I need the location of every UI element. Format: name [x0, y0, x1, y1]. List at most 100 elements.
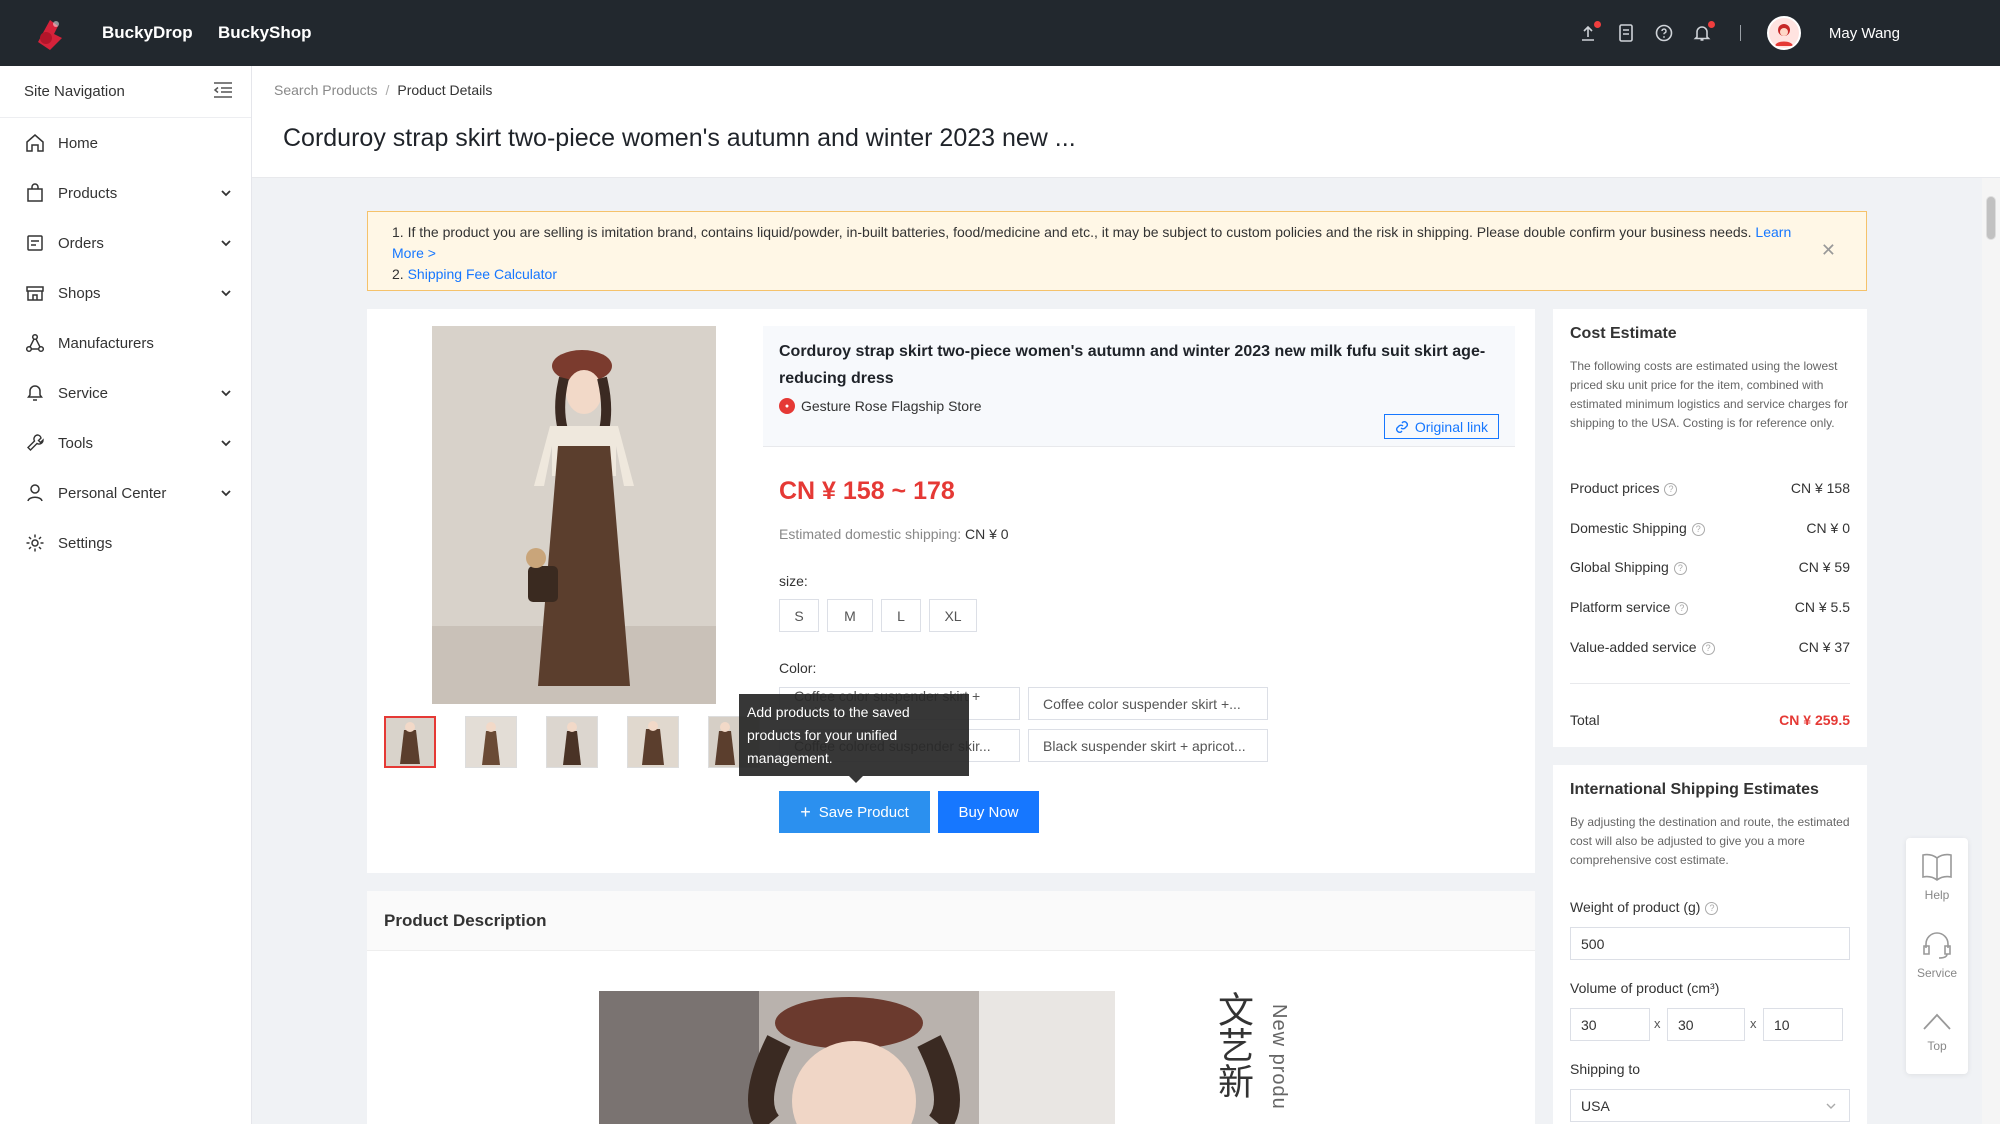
close-icon[interactable]: ✕ [1821, 240, 1836, 261]
breadcrumb-current: Product Details [397, 82, 493, 98]
bell-icon[interactable] [1690, 21, 1715, 45]
help-label: Help [1924, 888, 1950, 902]
alert-line-2: 2. Shipping Fee Calculator [392, 264, 1806, 285]
description-en-text: New produ [1268, 1004, 1290, 1110]
headset-icon [1923, 932, 1951, 959]
thumbnail-3[interactable] [546, 716, 598, 768]
cost-value: CN ¥ 59 [1798, 559, 1850, 575]
service-button[interactable]: Service [1906, 920, 1968, 990]
sidebar-item-service[interactable]: Service [0, 368, 251, 418]
save-product-button[interactable]: + Save Product [779, 791, 930, 833]
chevron-down-icon [221, 240, 231, 247]
shipping-fee-calculator-link[interactable]: Shipping Fee Calculator [408, 266, 557, 282]
thumbnail-4[interactable] [627, 716, 679, 768]
sidebar-item-personal-center[interactable]: Personal Center [0, 468, 251, 518]
sidebar-item-tools[interactable]: Tools [0, 418, 251, 468]
cost-value: CN ¥ 158 [1790, 480, 1850, 496]
nav-buckydrop[interactable]: BuckyDrop [102, 0, 193, 66]
original-link-button[interactable]: Original link [1383, 414, 1499, 439]
thumbnail-1[interactable] [384, 716, 436, 768]
page-title: Corduroy strap skirt two-piece women's a… [283, 124, 1076, 152]
nav-buckyshop[interactable]: BuckyShop [218, 0, 312, 66]
domestic-shipping-value: CN ¥ 0 [964, 526, 1009, 542]
product-card: Corduroy strap skirt two-piece women's a… [367, 309, 1535, 873]
notification-dot [1593, 21, 1601, 28]
avatar[interactable] [1766, 16, 1801, 50]
info-icon[interactable]: ? [1691, 522, 1705, 536]
product-info-box: Corduroy strap skirt two-piece women's a… [763, 326, 1515, 446]
volume-width-input[interactable]: 30 [1667, 1008, 1745, 1041]
sidebar-item-settings[interactable]: Settings [0, 518, 251, 568]
size-option-s[interactable]: S [779, 599, 819, 632]
sidebar-item-label: Products [58, 184, 118, 202]
total-row: Total CN ¥ 259.5 [1570, 712, 1850, 728]
product-description-card: Product Description 文艺新 New produ [367, 891, 1535, 1124]
scrollbar[interactable] [1982, 178, 2000, 1124]
breadcrumb: Search Products / Product Details [274, 82, 492, 98]
chevron-down-icon [221, 290, 231, 297]
sidebar-item-shops[interactable]: Shops [0, 268, 251, 318]
back-to-top-button[interactable]: Top [1906, 996, 1968, 1066]
info-icon[interactable]: ? [1664, 482, 1678, 496]
domestic-shipping: Estimated domestic shipping: CN ¥ 0 [779, 526, 1009, 542]
store-row: ● Gesture Rose Flagship Store [779, 398, 1499, 414]
volume-height-input[interactable]: 10 [1763, 1008, 1843, 1041]
buy-now-button[interactable]: Buy Now [938, 791, 1039, 833]
sidebar-item-home[interactable]: Home [0, 118, 251, 168]
collapse-menu-icon[interactable] [213, 81, 233, 102]
sidebar-header: Site Navigation [0, 66, 251, 118]
store-logo-icon: ● [779, 398, 795, 414]
sidebar-item-orders[interactable]: Orders [0, 218, 251, 268]
sidebar-item-label: Shops [58, 284, 101, 302]
cost-label: Value-added service [1570, 639, 1697, 655]
sidebar-item-products[interactable]: Products [0, 168, 251, 218]
times-sign: x [1750, 1016, 1757, 1031]
sidebar-item-label: Personal Center [58, 484, 167, 502]
volume-length-input[interactable]: 30 [1570, 1008, 1650, 1041]
size-label: size: [779, 573, 808, 589]
breadcrumb-search-products[interactable]: Search Products [274, 82, 378, 98]
size-option-l[interactable]: L [881, 599, 921, 632]
cost-estimate-note: The following costs are estimated using … [1570, 359, 1849, 430]
sidebar-item-manufacturers[interactable]: Manufacturers [0, 318, 251, 368]
info-icon[interactable]: ? [1673, 561, 1687, 575]
size-option-m[interactable]: M [827, 599, 873, 632]
weight-input[interactable]: 500 [1570, 927, 1850, 960]
intl-shipping-card: International Shipping Estimates By adju… [1553, 765, 1867, 1124]
store-name[interactable]: Gesture Rose Flagship Store [801, 398, 982, 414]
chevron-up-icon [1923, 1013, 1951, 1030]
cost-row: Platform service? CN ¥ 5.5 [1570, 599, 1850, 615]
thumbnail-2[interactable] [465, 716, 517, 768]
size-option-xl[interactable]: XL [929, 599, 977, 632]
info-icon[interactable]: ? [1705, 901, 1719, 915]
sidebar-title: Site Navigation [24, 83, 125, 100]
product-main-image[interactable] [432, 326, 716, 704]
color-option-2[interactable]: Coffee color suspender skirt +... [1028, 687, 1268, 720]
intl-shipping-title: International Shipping Estimates [1570, 781, 1819, 798]
chevron-down-icon [1826, 1103, 1836, 1109]
help-icon[interactable] [1652, 21, 1676, 45]
help-button[interactable]: Help [1906, 842, 1968, 912]
info-icon[interactable]: ? [1675, 601, 1689, 615]
weight-label-text: Weight of product (g) [1570, 899, 1701, 915]
brand-logo[interactable] [28, 12, 72, 56]
sidebar-item-label: Settings [58, 534, 113, 552]
cost-row: Product prices? CN ¥ 158 [1570, 480, 1850, 496]
cost-label: Global Shipping [1570, 559, 1669, 575]
plus-icon: + [800, 801, 811, 822]
user-name[interactable]: May Wang [1829, 25, 1900, 42]
domestic-shipping-label: Estimated domestic shipping: [779, 526, 962, 542]
color-option-4[interactable]: Black suspender skirt + apricot... [1028, 729, 1268, 762]
chevron-down-icon [221, 390, 231, 397]
upload-icon[interactable] [1576, 21, 1601, 45]
warning-alert: 1. If the product you are selling is imi… [367, 211, 1867, 291]
divider [1739, 25, 1741, 41]
scrollbar-thumb[interactable] [1986, 196, 1996, 240]
thumbnail-strip [384, 716, 760, 768]
document-icon[interactable] [1614, 21, 1638, 45]
info-icon[interactable]: ? [1701, 641, 1715, 655]
chevron-down-icon [221, 490, 231, 497]
sidebar-item-label: Manufacturers [58, 334, 154, 352]
shipping-to-select[interactable]: USA [1570, 1089, 1850, 1122]
home-icon [24, 132, 46, 154]
